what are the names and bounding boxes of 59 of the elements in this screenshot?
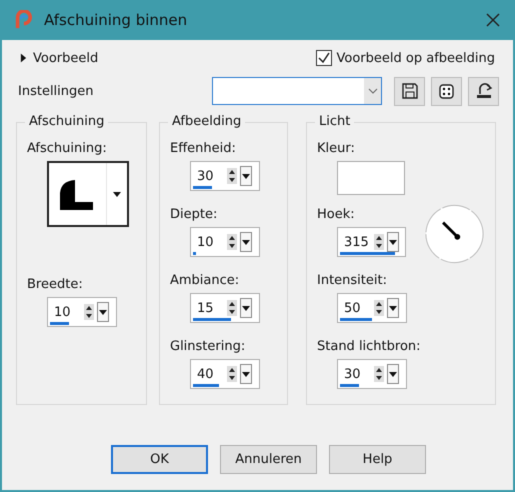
close-icon[interactable]	[485, 12, 501, 28]
dropdown-arrow-icon	[242, 174, 250, 178]
expand-arrow-icon	[20, 53, 27, 63]
settings-label: Instellingen	[17, 84, 95, 98]
settings-dropdown[interactable]	[212, 77, 382, 105]
field-label: Afschuining:	[27, 141, 108, 158]
bevel-shape-icon	[59, 179, 95, 211]
spin-arrows-icon	[227, 234, 237, 250]
checkbox-label: Voorbeeld op afbeelding	[336, 50, 495, 66]
spin-arrows-icon	[84, 304, 94, 320]
dropdown-arrow-icon	[389, 372, 397, 376]
field-label: Stand lichtbron:	[317, 339, 422, 356]
dropdown-arrow-icon	[242, 372, 250, 376]
reset-button[interactable]	[468, 76, 499, 106]
dropdown-arrow-icon	[242, 306, 250, 310]
save-preset-button[interactable]	[394, 76, 425, 106]
field-label: Hoek:	[317, 207, 356, 224]
number-spinner[interactable]: 30	[190, 161, 260, 191]
number-spinner[interactable]: 10	[47, 297, 117, 327]
number-spinner[interactable]: 30	[337, 359, 407, 389]
spin-arrows-icon	[227, 300, 237, 316]
spin-arrows-icon	[374, 366, 384, 382]
field-label: Effenheid:	[170, 141, 237, 158]
group-title: Afbeelding	[168, 114, 246, 129]
dropdown-arrow-icon	[389, 240, 397, 244]
field-label: Intensiteit:	[317, 273, 388, 290]
window-title: Afschuining binnen	[44, 11, 188, 29]
dialog-button[interactable]: Annuleren	[220, 445, 317, 474]
number-spinner[interactable]: 50	[337, 293, 407, 323]
dialog-button[interactable]: OK	[111, 445, 208, 474]
dropdown-arrow-icon	[99, 310, 107, 314]
chevron-down-icon	[368, 88, 378, 94]
dialog-button[interactable]: Help	[329, 445, 426, 474]
field-label: Diepte:	[170, 207, 218, 224]
dropdown-arrow-icon	[242, 240, 250, 244]
group-title: Afschuining	[25, 114, 108, 129]
field-label: Kleur:	[317, 141, 356, 158]
preview-checkbox[interactable]	[316, 50, 332, 66]
field-label: Ambiance:	[170, 273, 240, 290]
spin-arrows-icon	[227, 366, 237, 382]
spin-arrows-icon	[227, 168, 237, 184]
app-logo-icon	[14, 10, 32, 30]
reset-arrow-icon	[474, 82, 492, 100]
dropdown-arrow-icon	[389, 306, 397, 310]
dropdown-arrow-icon	[113, 192, 121, 196]
preview-toggle[interactable]: Voorbeeld	[16, 50, 98, 66]
number-spinner[interactable]: 315	[337, 227, 406, 257]
number-spinner[interactable]: 10	[190, 227, 260, 257]
dice-icon	[438, 82, 456, 100]
number-spinner[interactable]: 15	[190, 293, 260, 323]
bevel-shape-picker[interactable]	[47, 161, 129, 227]
field-label: Breedte:	[27, 277, 84, 294]
spin-arrows-icon	[374, 300, 384, 316]
random-button[interactable]	[431, 76, 462, 106]
spin-arrows-icon	[374, 234, 384, 250]
color-swatch[interactable]	[337, 161, 405, 195]
angle-dial[interactable]	[424, 203, 485, 265]
field-label: Glinstering:	[170, 339, 246, 356]
number-spinner[interactable]: 40	[190, 359, 260, 389]
